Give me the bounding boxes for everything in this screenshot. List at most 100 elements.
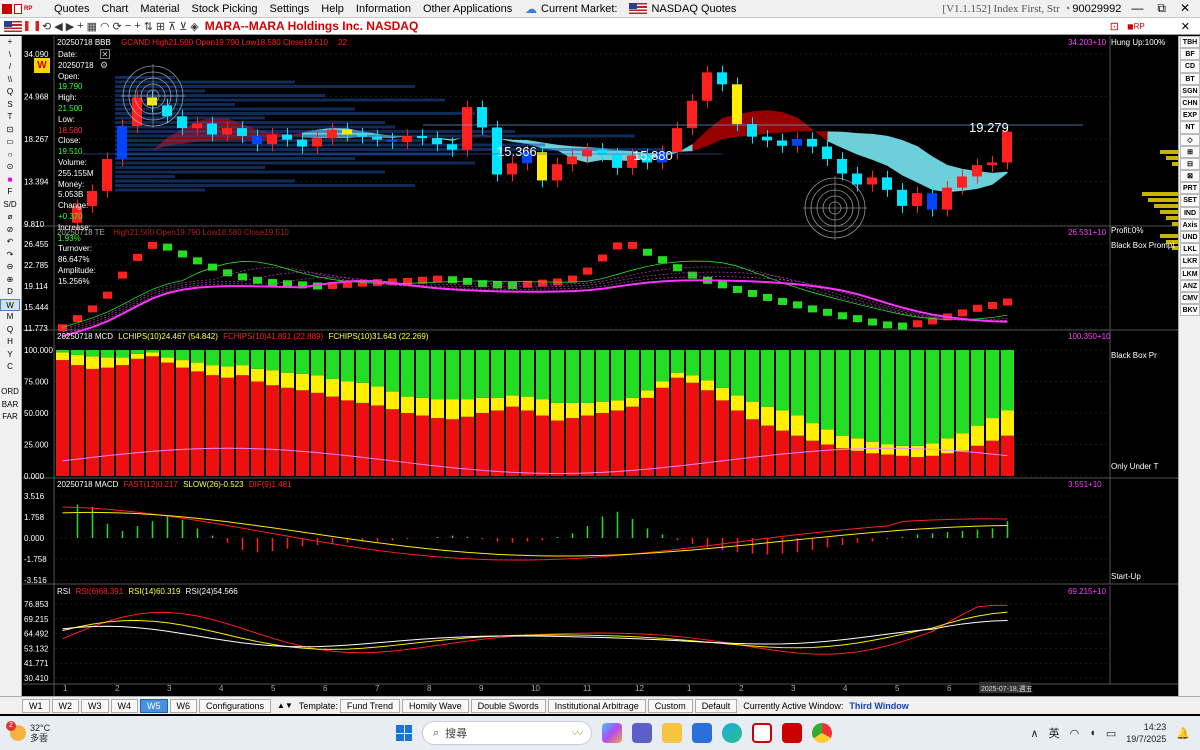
copilot-icon[interactable] bbox=[602, 723, 622, 743]
left-tool-15[interactable]: ⊘ bbox=[0, 224, 20, 237]
left-tool-7[interactable]: ⊡ bbox=[0, 124, 20, 137]
left-tool-18[interactable]: ⊖ bbox=[0, 261, 20, 274]
back-icon[interactable]: ◀ bbox=[54, 20, 62, 33]
template-double-swords[interactable]: Double Swords bbox=[470, 698, 546, 713]
quotes-app-icon[interactable] bbox=[782, 723, 802, 743]
left-tool-27[interactable] bbox=[0, 374, 20, 387]
menu-chart[interactable]: Chart bbox=[95, 3, 134, 15]
forward-icon[interactable]: ▶ bbox=[66, 20, 74, 33]
left-tool-13[interactable]: S/D bbox=[0, 199, 20, 212]
left-tool-19[interactable]: ⊕ bbox=[0, 274, 20, 287]
right-tool-prt[interactable]: PRT bbox=[1180, 182, 1200, 195]
chrome-icon[interactable] bbox=[812, 723, 832, 743]
tab-w6[interactable]: W6 bbox=[169, 698, 197, 713]
tray-chevron-icon[interactable]: ∧ bbox=[1031, 727, 1039, 740]
notification-icon[interactable]: 🔔 bbox=[1176, 727, 1190, 740]
trading-app-icon[interactable] bbox=[752, 723, 772, 743]
taskbar-search[interactable]: ⌕ 搜尋 〰 bbox=[422, 721, 592, 745]
tab-w5[interactable]: W5 bbox=[140, 698, 168, 713]
right-tool-set[interactable]: SET bbox=[1180, 194, 1200, 207]
right-tool-und[interactable]: UND bbox=[1180, 231, 1200, 244]
left-tool-5[interactable]: S bbox=[0, 99, 20, 112]
right-tool-[interactable]: ⊟ bbox=[1180, 157, 1200, 171]
template-default[interactable]: Default bbox=[694, 698, 738, 713]
diamond-icon[interactable]: ◈ bbox=[190, 20, 198, 33]
expand-icon[interactable]: ⊻ bbox=[179, 20, 187, 33]
calendar-icon[interactable]: ▦ bbox=[87, 20, 97, 33]
left-tool-10[interactable]: ⊙ bbox=[0, 161, 20, 174]
tab-w1[interactable]: W1 bbox=[22, 698, 50, 713]
period-badge[interactable]: W bbox=[34, 58, 50, 73]
grid-icon[interactable]: ⊞ bbox=[156, 20, 165, 33]
refresh-icon[interactable]: ⟳ bbox=[113, 20, 122, 33]
tab-w3[interactable]: W3 bbox=[81, 698, 109, 713]
chart-canvas[interactable]: 34.09024.96818.26713.3949.81026.45522.78… bbox=[23, 36, 1178, 696]
left-tool-11[interactable]: ■ bbox=[0, 174, 20, 187]
menu-quotes[interactable]: Quotes bbox=[48, 3, 95, 15]
left-tool-3[interactable]: \\ bbox=[0, 74, 20, 87]
menu-material[interactable]: Material bbox=[134, 3, 185, 15]
left-tool-25[interactable]: Y bbox=[0, 349, 20, 362]
right-tool-lkl[interactable]: LKL bbox=[1180, 243, 1200, 256]
left-tool-2[interactable]: / bbox=[0, 61, 20, 74]
teams-icon[interactable] bbox=[632, 723, 652, 743]
template-fund-trend[interactable]: Fund Trend bbox=[339, 698, 400, 713]
right-tool-lkm[interactable]: LKM bbox=[1180, 267, 1200, 280]
menu-help[interactable]: Help bbox=[315, 3, 350, 15]
right-tool-ind[interactable]: IND bbox=[1180, 206, 1200, 219]
menu-settings[interactable]: Settings bbox=[264, 3, 316, 15]
file-explorer-icon[interactable] bbox=[662, 723, 682, 743]
data-window-settings-icon[interactable]: ⚙ bbox=[100, 60, 108, 71]
left-tool-8[interactable]: ▭ bbox=[0, 136, 20, 149]
ime-indicator[interactable]: 英 bbox=[1049, 725, 1060, 741]
collapse-icon[interactable]: ⊼ bbox=[168, 20, 176, 33]
chart-area[interactable]: 34.090 24.968 18.267 13.394 9.810 26.455 22.78… bbox=[23, 36, 1178, 696]
store-icon[interactable] bbox=[692, 723, 712, 743]
right-tool-[interactable]: ⊠ bbox=[1180, 170, 1200, 183]
refresh-icon[interactable]: ⟲ bbox=[42, 20, 51, 33]
left-tool-14[interactable]: ⌀ bbox=[0, 211, 20, 224]
right-tool-sgn[interactable]: SGN bbox=[1180, 84, 1200, 97]
left-tool-20[interactable]: D bbox=[0, 286, 20, 299]
right-tool-bf[interactable]: BF bbox=[1180, 48, 1200, 61]
close-icon[interactable]: ✕ bbox=[1181, 20, 1190, 33]
left-tool-0[interactable]: + bbox=[0, 36, 20, 49]
right-tool-tbh[interactable]: TBH bbox=[1180, 36, 1200, 49]
left-tool-4[interactable]: Q bbox=[0, 86, 20, 99]
tab-w2[interactable]: W2 bbox=[51, 698, 79, 713]
weather-widget[interactable]: 2 32°C 多雲 bbox=[6, 721, 130, 743]
right-tool-bkv[interactable]: BKV bbox=[1180, 304, 1200, 317]
left-tool-17[interactable]: ↷ bbox=[0, 249, 20, 262]
left-tool-1[interactable]: \ bbox=[0, 49, 20, 62]
current-market[interactable]: ☁ Current Market: NASDAQ Quotes bbox=[525, 2, 736, 16]
left-tool-6[interactable]: T bbox=[0, 111, 20, 124]
wifi-icon[interactable]: ◠ bbox=[100, 20, 110, 33]
left-tool-16[interactable]: ↶ bbox=[0, 236, 20, 249]
close-icon[interactable]: ✕ bbox=[1180, 1, 1190, 16]
tab-w4[interactable]: W4 bbox=[110, 698, 138, 713]
menu-stock-picking[interactable]: Stock Picking bbox=[186, 3, 264, 15]
left-tool-22[interactable]: M bbox=[0, 311, 20, 324]
start-icon[interactable] bbox=[396, 725, 412, 741]
left-tool-29[interactable]: BAR bbox=[0, 399, 20, 412]
left-tool-12[interactable]: F bbox=[0, 186, 20, 199]
right-tool-nt[interactable]: NT bbox=[1180, 121, 1200, 134]
minimize-icon[interactable]: — bbox=[1131, 1, 1143, 16]
pin-icon[interactable]: ⊡ bbox=[1110, 20, 1119, 33]
minus-icon[interactable]: − bbox=[125, 20, 131, 32]
configurations-button[interactable]: Configurations bbox=[199, 698, 272, 713]
template-homily-wave[interactable]: Homily Wave bbox=[401, 698, 469, 713]
right-tool-cd[interactable]: CD bbox=[1180, 60, 1200, 73]
left-tool-30[interactable]: FAR bbox=[0, 411, 20, 424]
right-tool-anz[interactable]: ANZ bbox=[1180, 279, 1200, 292]
add-icon[interactable]: + bbox=[77, 20, 83, 32]
volume-icon[interactable]: ◖ bbox=[1089, 727, 1096, 739]
right-tool-cmv[interactable]: CMV bbox=[1180, 291, 1200, 305]
right-tool-lkr[interactable]: LKR bbox=[1180, 255, 1200, 268]
left-tool-24[interactable]: H bbox=[0, 336, 20, 349]
sort-icon[interactable]: ⇅ bbox=[144, 20, 153, 33]
template-institutional-arbitrage[interactable]: Institutional Arbitrage bbox=[547, 698, 646, 713]
data-window-close-icon[interactable]: ✕ bbox=[100, 49, 110, 59]
left-tool-9[interactable]: ○ bbox=[0, 149, 20, 162]
right-tool-chn[interactable]: CHN bbox=[1180, 96, 1200, 110]
